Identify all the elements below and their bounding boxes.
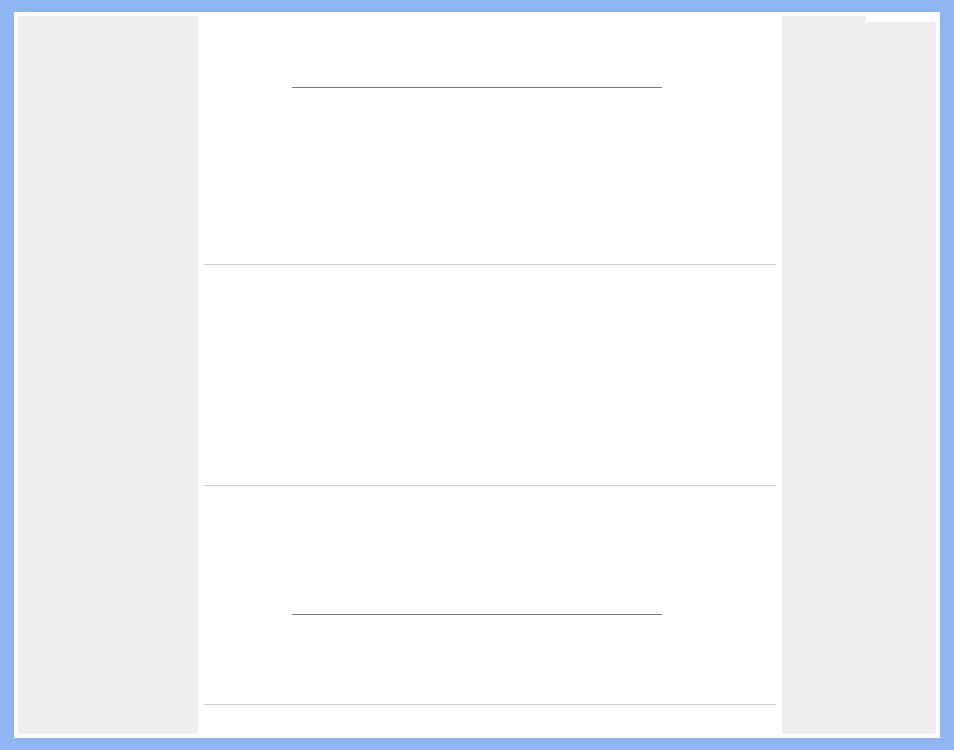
page-divider-short: [292, 87, 662, 88]
page-divider-short: [292, 614, 662, 615]
selection-frame: [0, 0, 954, 750]
document-window: [14, 12, 940, 738]
left-margin: [18, 16, 198, 734]
page-divider-full: [204, 485, 776, 486]
right-margin: [782, 16, 936, 734]
document-page[interactable]: [198, 16, 782, 734]
page-divider-full: [204, 704, 776, 705]
page-divider-full: [204, 264, 776, 265]
